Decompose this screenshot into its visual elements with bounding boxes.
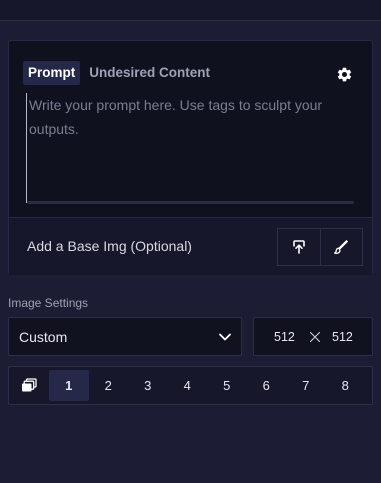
- image-size-box: 512 512: [253, 317, 373, 356]
- times-icon: [309, 331, 321, 343]
- prompt-tabs: Prompt Undesired Content: [23, 61, 215, 85]
- image-preset-select[interactable]: Custom: [8, 317, 242, 356]
- width-input[interactable]: 512: [274, 318, 295, 356]
- upload-icon: [293, 240, 305, 254]
- image-settings-label: Image Settings: [8, 296, 89, 310]
- gear-icon[interactable]: [336, 66, 353, 83]
- sample-count-bar: 1 2 3 4 5 6 7 8: [8, 366, 373, 405]
- height-input[interactable]: 512: [332, 318, 353, 356]
- count-option-6[interactable]: 6: [247, 370, 287, 401]
- images-stack-icon: [22, 378, 37, 392]
- add-base-image-label[interactable]: Add a Base Img (Optional): [27, 218, 192, 275]
- chevron-down-icon: [219, 333, 231, 341]
- sample-count-icon-wrap: [9, 367, 49, 404]
- tab-prompt[interactable]: Prompt: [23, 61, 81, 85]
- prompt-input[interactable]: [26, 93, 346, 203]
- prompt-scrollbar[interactable]: [27, 201, 354, 204]
- base-image-row: Add a Base Img (Optional): [9, 217, 372, 275]
- tab-undesired-content[interactable]: Undesired Content: [84, 61, 215, 85]
- top-bar: [0, 0, 381, 21]
- count-option-7[interactable]: 7: [286, 370, 326, 401]
- count-option-1[interactable]: 1: [49, 370, 89, 401]
- paint-brush-icon: [334, 240, 349, 254]
- count-option-5[interactable]: 5: [207, 370, 247, 401]
- count-option-4[interactable]: 4: [168, 370, 208, 401]
- count-option-3[interactable]: 3: [128, 370, 168, 401]
- prompt-card: Prompt Undesired Content Add a Base Img …: [8, 40, 373, 275]
- upload-image-button[interactable]: [278, 229, 320, 265]
- count-option-8[interactable]: 8: [326, 370, 366, 401]
- image-preset-value: Custom: [19, 329, 68, 345]
- paint-image-button[interactable]: [319, 229, 362, 265]
- base-image-buttons: [277, 228, 363, 266]
- count-option-2[interactable]: 2: [89, 370, 129, 401]
